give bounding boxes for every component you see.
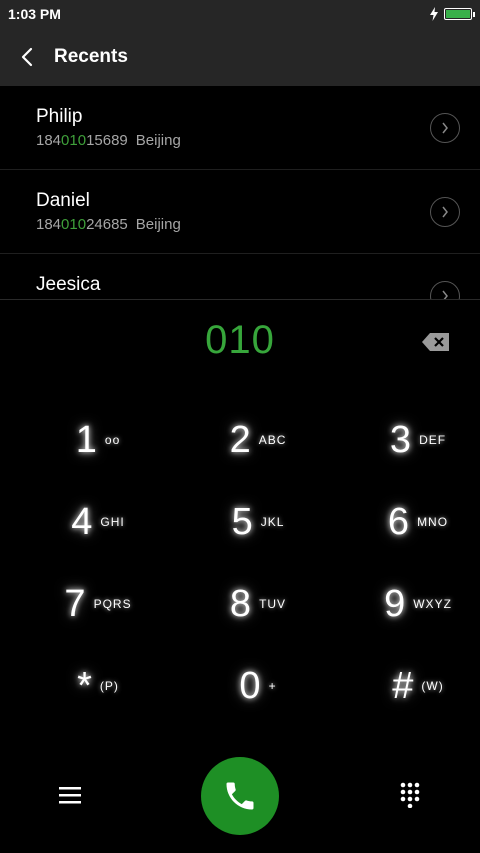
bottom-bar xyxy=(0,755,480,835)
dialpad-icon xyxy=(400,782,420,808)
key-digit: 1 xyxy=(75,418,97,461)
phone-icon xyxy=(226,782,254,810)
key-5[interactable]: 5 JKL xyxy=(198,487,318,557)
key-digit: 7 xyxy=(64,582,86,625)
key-letters: + xyxy=(268,679,277,693)
chevron-right-icon xyxy=(442,290,448,299)
dial-input[interactable]: 010 xyxy=(0,318,480,363)
contact-location: Beijing xyxy=(135,216,181,233)
status-bar: 1:03 PM xyxy=(0,0,480,28)
contact-number: 18401024685 Beijing xyxy=(36,216,460,233)
key-6[interactable]: 6 MNO xyxy=(358,487,478,557)
backspace-icon xyxy=(422,333,449,351)
contact-number: 18401015689 Beijing xyxy=(36,132,460,149)
battery-fill xyxy=(446,10,470,18)
menu-button[interactable] xyxy=(50,775,90,815)
number-match: 010 xyxy=(61,216,87,233)
key-3[interactable]: 3 DEF xyxy=(358,405,478,475)
number-prefix: 184 xyxy=(36,216,62,233)
key-letters: JKL xyxy=(260,515,285,529)
charging-icon xyxy=(430,7,438,21)
call-button[interactable] xyxy=(201,757,279,835)
back-button[interactable] xyxy=(0,28,54,86)
key-9[interactable]: 9 WXYZ xyxy=(358,569,478,639)
key-letters: (W) xyxy=(421,679,444,693)
key-star[interactable]: * (P) xyxy=(38,651,158,721)
key-letters: TUV xyxy=(259,597,287,611)
status-time: 1:03 PM xyxy=(8,6,61,22)
keypad-row: 1 oo 2 ABC 3 DEF xyxy=(0,405,480,487)
page-title: Recents xyxy=(54,46,128,67)
number-suffix: 24685 xyxy=(86,216,128,233)
chevron-right-icon xyxy=(442,206,448,218)
key-digit: 5 xyxy=(231,500,253,543)
key-digit: 0 xyxy=(239,664,261,707)
detail-button[interactable] xyxy=(430,197,460,227)
header: Recents xyxy=(0,28,480,86)
number-match: 010 xyxy=(61,132,87,149)
key-digit: 8 xyxy=(229,582,252,625)
hamburger-menu-icon xyxy=(59,787,81,804)
key-digit: 4 xyxy=(71,500,93,543)
key-letters: GHI xyxy=(100,515,125,529)
key-8[interactable]: 8 TUV xyxy=(198,569,318,639)
key-letters: PQRS xyxy=(93,597,132,611)
battery-icon xyxy=(444,8,475,20)
key-digit: 3 xyxy=(389,418,412,461)
key-letters: WXYZ xyxy=(413,597,452,611)
recent-item-jeesica[interactable]: Jeesica xyxy=(0,254,480,299)
contact-name: Daniel xyxy=(36,190,90,211)
key-digit: # xyxy=(392,664,414,707)
key-digit: 6 xyxy=(387,500,410,543)
key-letters: oo xyxy=(104,433,121,447)
divider xyxy=(0,299,480,300)
key-0[interactable]: 0 + xyxy=(198,651,318,721)
recent-item-philip[interactable]: Philip 18401015689 Beijing xyxy=(0,86,480,170)
keypad-row: 4 GHI 5 JKL 6 MNO xyxy=(0,487,480,569)
key-1[interactable]: 1 oo xyxy=(38,405,158,475)
backspace-button[interactable] xyxy=(421,332,451,352)
contact-name: Philip xyxy=(36,106,83,127)
key-letters: MNO xyxy=(417,515,449,529)
key-letters: (P) xyxy=(99,679,119,693)
status-icons xyxy=(430,7,475,21)
contact-location: Beijing xyxy=(135,132,181,149)
keypad: 1 oo 2 ABC 3 DEF 4 GHI 5 JKL 6 MNO 7 PQRS 8 TUV … xyxy=(0,405,480,733)
key-4[interactable]: 4 GHI xyxy=(38,487,158,557)
keypad-row: * (P) 0 + # (W) xyxy=(0,651,480,733)
contact-name: Jeesica xyxy=(36,274,101,295)
detail-button[interactable] xyxy=(430,113,460,143)
key-digit: 9 xyxy=(384,582,406,625)
recents-list: Philip 18401015689 Beijing Daniel 1840102… xyxy=(0,86,480,299)
key-digit: * xyxy=(77,664,92,707)
chevron-right-icon xyxy=(442,122,448,134)
key-letters: ABC xyxy=(258,433,287,447)
keypad-toggle-button[interactable] xyxy=(390,775,430,815)
chevron-left-icon xyxy=(21,47,33,67)
key-2[interactable]: 2 ABC xyxy=(198,405,318,475)
key-letters: DEF xyxy=(419,433,447,447)
number-suffix: 15689 xyxy=(86,132,128,149)
recent-item-daniel[interactable]: Daniel 18401024685 Beijing xyxy=(0,170,480,254)
keypad-row: 7 PQRS 8 TUV 9 WXYZ xyxy=(0,569,480,651)
key-7[interactable]: 7 PQRS xyxy=(38,569,158,639)
key-digit: 2 xyxy=(229,418,251,461)
number-prefix: 184 xyxy=(36,132,62,149)
key-hash[interactable]: # (W) xyxy=(358,651,478,721)
